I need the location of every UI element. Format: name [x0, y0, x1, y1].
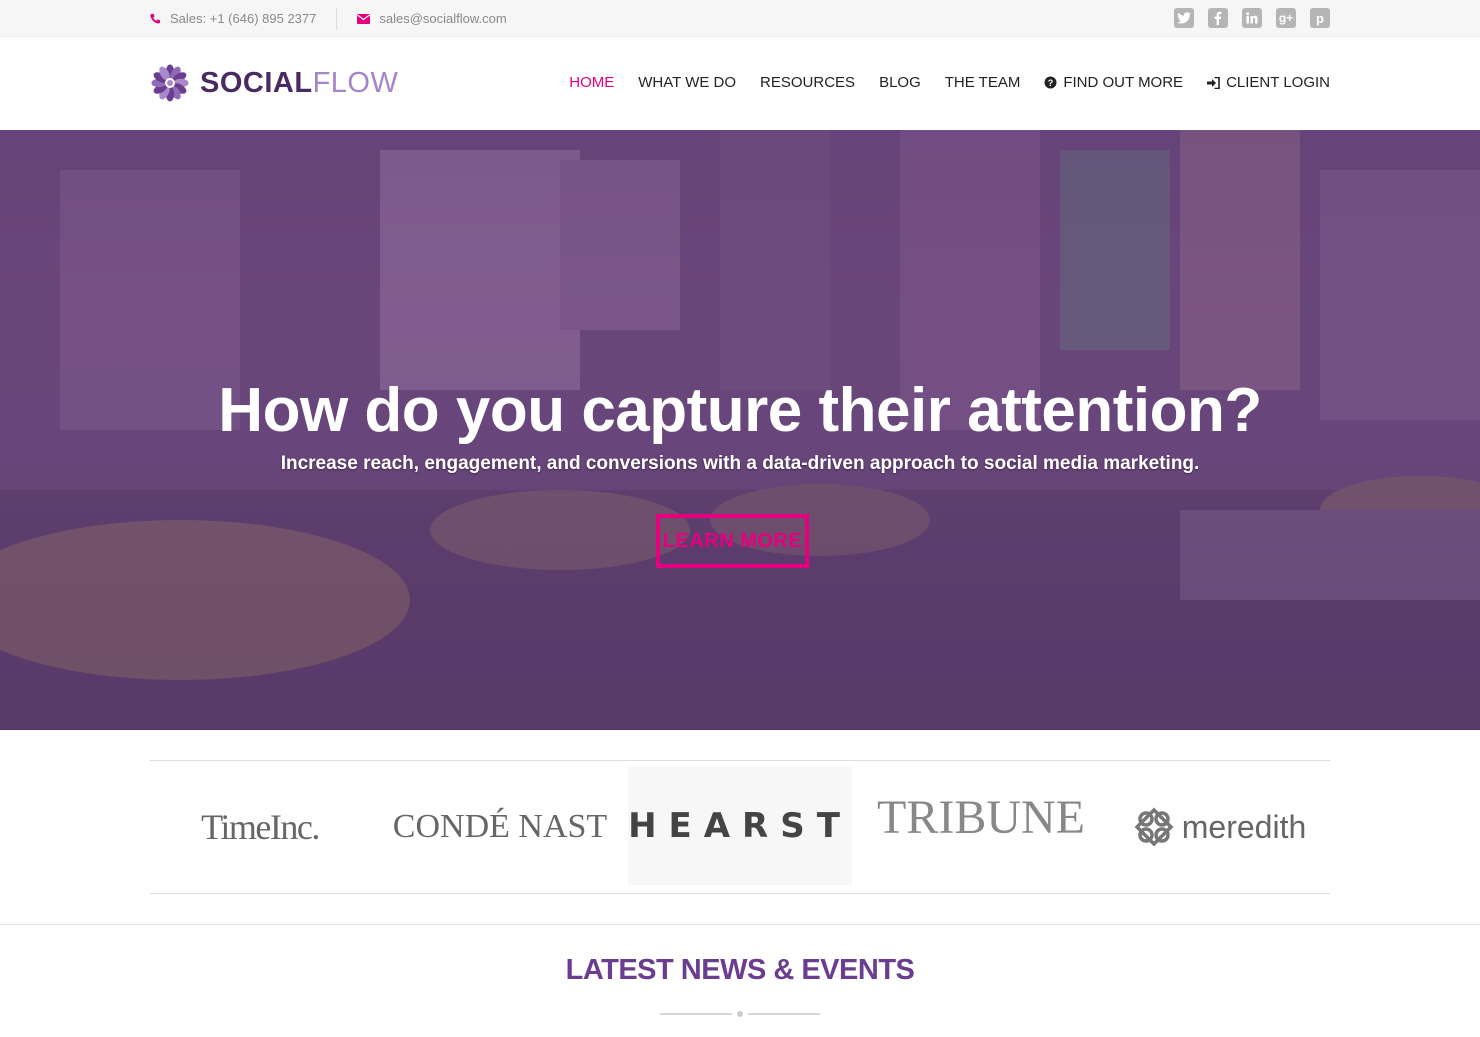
- pinterest-icon[interactable]: p: [1310, 8, 1330, 28]
- client-logo-meredith: meredith: [1114, 761, 1324, 893]
- meredith-text: meredith: [1181, 808, 1307, 845]
- contact-info: Sales: +1 (646) 895 2377 sales@socialflo…: [150, 0, 507, 37]
- nav-blog[interactable]: BLOG: [879, 74, 921, 91]
- learn-more-button[interactable]: LEARN MORE: [656, 514, 809, 568]
- nav-client-login-label: CLIENT LOGIN: [1226, 74, 1330, 91]
- hero-banner: How do you capture their attention? Incr…: [0, 130, 1480, 730]
- heading-separator: [660, 1011, 820, 1017]
- sign-in-icon: [1207, 76, 1220, 89]
- main-nav: HOME WHAT WE DO RESOURCES BLOG THE TEAM …: [545, 74, 1330, 91]
- top-bar: Sales: +1 (646) 895 2377 sales@socialflo…: [0, 0, 1480, 37]
- email-text: sales@socialflow.com: [379, 11, 507, 26]
- nav-home[interactable]: HOME: [569, 74, 614, 91]
- divider: [336, 7, 338, 30]
- client-logo-tribune: TRIBUNE: [877, 790, 1085, 844]
- socialflow-logo[interactable]: SOCIALFLOW: [150, 63, 398, 103]
- google-plus-icon[interactable]: g+: [1276, 8, 1296, 28]
- nav-resources[interactable]: RESOURCES: [760, 74, 855, 91]
- logo-text-social: SOCIAL: [200, 66, 313, 99]
- logo-text-flow: FLOW: [312, 66, 399, 99]
- phone-icon: [150, 13, 161, 24]
- latest-news-heading: LATEST NEWS & EVENTS: [565, 954, 915, 986]
- hero-headline: How do you capture their attention?: [218, 376, 1262, 445]
- email-contact[interactable]: sales@socialflow.com: [357, 11, 507, 26]
- nav-the-team[interactable]: THE TEAM: [945, 74, 1021, 91]
- svg-text:?: ?: [1048, 78, 1054, 88]
- client-logo-hearst: HEARST: [628, 767, 852, 885]
- nav-find-out-more-label: FIND OUT MORE: [1063, 74, 1184, 91]
- nav-find-out-more[interactable]: ? FIND OUT MORE: [1044, 74, 1183, 91]
- hero-subhead: Increase reach, engagement, and conversi…: [280, 453, 1200, 474]
- section-divider: [0, 924, 1480, 925]
- nav-client-login[interactable]: CLIENT LOGIN: [1207, 74, 1330, 91]
- flower-logo-icon: [151, 64, 189, 102]
- envelope-icon: [357, 13, 371, 24]
- client-logos: TimeInc. CONDÉ NAST HEARST TRIBUNE mered…: [150, 760, 1330, 894]
- nav-what-we-do[interactable]: WHAT WE DO: [638, 74, 736, 91]
- phone-contact[interactable]: Sales: +1 (646) 895 2377: [150, 11, 316, 26]
- question-circle-icon: ?: [1044, 76, 1057, 89]
- site-header: SOCIALFLOW HOME WHAT WE DO RESOURCES BLO…: [0, 37, 1480, 130]
- social-links: g+ p: [1160, 8, 1330, 28]
- twitter-icon[interactable]: [1174, 8, 1194, 28]
- phone-text: Sales: +1 (646) 895 2377: [170, 11, 317, 26]
- client-logo-conde-nast: CONDÉ NAST: [392, 808, 608, 845]
- facebook-icon[interactable]: [1208, 8, 1228, 28]
- meredith-emblem-icon: [1134, 807, 1174, 847]
- linkedin-icon[interactable]: [1242, 8, 1262, 28]
- client-logo-timeinc: TimeInc.: [201, 807, 320, 847]
